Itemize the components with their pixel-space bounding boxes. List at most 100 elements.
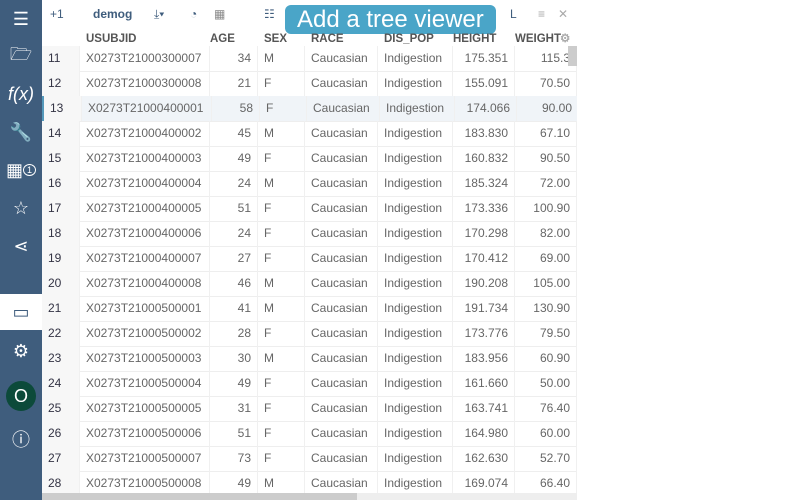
table-cell[interactable]: 22 — [42, 321, 80, 346]
table-cell[interactable]: 72.00 — [515, 171, 577, 196]
table-cell[interactable]: Caucasian — [305, 296, 378, 321]
table-cell[interactable]: 73 — [210, 446, 258, 471]
table-cell[interactable]: 160.832 — [453, 146, 515, 171]
horizontal-scrollbar[interactable] — [42, 493, 577, 500]
table-cell[interactable]: 162.630 — [453, 446, 515, 471]
star-icon[interactable]: ☆ — [0, 190, 42, 226]
table-cell[interactable]: Indigestion — [378, 196, 453, 221]
table-cell[interactable]: Caucasian — [305, 421, 378, 446]
table-row[interactable]: 13 X0273T21000400001 58 F Caucasian Indigesti… — [42, 96, 577, 122]
table-row[interactable]: 21 X0273T21000500001 41 M Caucasian Indigesti… — [42, 296, 577, 322]
table-cell[interactable]: X0273T21000400001 — [82, 96, 212, 121]
table-cell[interactable]: X0273T21000300008 — [80, 71, 210, 96]
table-cell[interactable]: 34 — [210, 46, 258, 71]
table-cell[interactable]: M — [258, 46, 305, 71]
table-cell[interactable]: F — [258, 396, 305, 421]
table-cell[interactable]: Indigestion — [378, 246, 453, 271]
table-cell[interactable]: Indigestion — [378, 421, 453, 446]
table-cell[interactable]: 174.066 — [455, 96, 517, 121]
table-cell[interactable]: 25 — [42, 396, 80, 421]
table-row[interactable]: 22 X0273T21000500002 28 F Caucasian Indigesti… — [42, 321, 577, 347]
table-cell[interactable]: 14 — [42, 121, 80, 146]
table-row[interactable]: 27 X0273T21000500007 73 F Caucasian Indigesti… — [42, 446, 577, 472]
table-row[interactable]: 17 X0273T21000400005 51 F Caucasian Indigesti… — [42, 196, 577, 222]
table-cell[interactable]: 46 — [210, 271, 258, 296]
window-icon[interactable]: ▭ — [0, 294, 42, 330]
table-row[interactable]: 16 X0273T21000400004 24 M Caucasian Indigesti… — [42, 171, 577, 197]
table-cell[interactable]: 105.00 — [515, 271, 577, 296]
table-cell[interactable]: 24 — [42, 371, 80, 396]
table-cell[interactable]: X0273T21000500005 — [80, 396, 210, 421]
table-cell[interactable]: X0273T21000400003 — [80, 146, 210, 171]
table-cell[interactable]: F — [258, 421, 305, 446]
table-cell[interactable]: 49 — [210, 146, 258, 171]
column-selector-icon[interactable]: ☷ — [264, 7, 275, 21]
table-cell[interactable]: Indigestion — [380, 96, 455, 121]
table-cell[interactable]: 170.298 — [453, 221, 515, 246]
table-cell[interactable]: 79.50 — [515, 321, 577, 346]
table-cell[interactable]: 41 — [210, 296, 258, 321]
table-cell[interactable]: Indigestion — [378, 346, 453, 371]
table-cell[interactable]: Caucasian — [305, 196, 378, 221]
menu-icon[interactable]: ☰ — [0, 1, 42, 37]
table-cell[interactable]: 30 — [210, 346, 258, 371]
table-cell[interactable]: 70.50 — [515, 71, 577, 96]
table-cell[interactable]: 21 — [210, 71, 258, 96]
table-cell[interactable]: 12 — [42, 71, 80, 96]
table-cell[interactable]: 23 — [42, 346, 80, 371]
table-cell[interactable]: 67.10 — [515, 121, 577, 146]
table-name[interactable]: demog — [93, 7, 132, 21]
table-cell[interactable]: X0273T21000500004 — [80, 371, 210, 396]
function-icon[interactable]: f(x) — [0, 76, 42, 112]
table-cell[interactable]: F — [258, 371, 305, 396]
table-cell[interactable]: 24 — [210, 221, 258, 246]
table-cell[interactable]: Caucasian — [305, 321, 378, 346]
table-cell[interactable]: 170.412 — [453, 246, 515, 271]
table-cell[interactable]: 76.40 — [515, 396, 577, 421]
table-cell[interactable]: 11 — [42, 46, 80, 71]
table-cell[interactable]: F — [258, 71, 305, 96]
user-avatar[interactable]: O — [0, 378, 42, 414]
table-cell[interactable]: X0273T21000400008 — [80, 271, 210, 296]
table-cell[interactable]: X0273T21000500001 — [80, 296, 210, 321]
table-cell[interactable]: 58 — [212, 96, 260, 121]
table-cell[interactable]: F — [258, 321, 305, 346]
table-cell[interactable]: X0273T21000400005 — [80, 196, 210, 221]
hamburger-icon[interactable]: ≡ — [538, 7, 545, 21]
table-cell[interactable]: 60.00 — [515, 421, 577, 446]
table-row[interactable]: 23 X0273T21000500003 30 M Caucasian Indigesti… — [42, 346, 577, 372]
table-row[interactable]: 20 X0273T21000400008 46 M Caucasian Indigesti… — [42, 271, 577, 297]
table-cell[interactable]: X0273T21000300007 — [80, 46, 210, 71]
table-cell[interactable]: F — [260, 96, 307, 121]
table-cell[interactable]: Caucasian — [305, 171, 378, 196]
table-cell[interactable]: Indigestion — [378, 271, 453, 296]
table-cell[interactable]: Caucasian — [305, 346, 378, 371]
table-cell[interactable]: 16 — [42, 171, 80, 196]
table-cell[interactable]: 51 — [210, 196, 258, 221]
table-cell[interactable]: Indigestion — [378, 296, 453, 321]
table-cell[interactable]: X0273T21000400002 — [80, 121, 210, 146]
vertical-scrollbar[interactable] — [568, 46, 577, 66]
table-row[interactable]: 26 X0273T21000500006 51 F Caucasian Indigesti… — [42, 421, 577, 447]
table-row[interactable]: 19 X0273T21000400007 27 F Caucasian Indigesti… — [42, 246, 577, 272]
table-cell[interactable]: M — [258, 271, 305, 296]
table-cell[interactable]: 185.324 — [453, 171, 515, 196]
table-cell[interactable]: Indigestion — [378, 371, 453, 396]
table-cell[interactable]: 183.956 — [453, 346, 515, 371]
table-cell[interactable]: 52.70 — [515, 446, 577, 471]
table-cell[interactable]: 69.00 — [515, 246, 577, 271]
table-cell[interactable]: F — [258, 196, 305, 221]
table-cell[interactable]: M — [258, 296, 305, 321]
table-cell[interactable]: 19 — [42, 246, 80, 271]
table-cell[interactable]: 90.00 — [517, 96, 577, 121]
table-icon[interactable]: ▦ 1 — [0, 152, 42, 188]
table-row[interactable]: 18 X0273T21000400006 24 F Caucasian Indigesti… — [42, 221, 577, 247]
table-row[interactable]: 14 X0273T21000400002 45 M Caucasian Indigesti… — [42, 121, 577, 147]
table-cell[interactable]: Indigestion — [378, 71, 453, 96]
table-cell[interactable]: Caucasian — [305, 71, 378, 96]
table-cell[interactable]: 164.980 — [453, 421, 515, 446]
table-cell[interactable]: X0273T21000500003 — [80, 346, 210, 371]
table-cell[interactable]: Indigestion — [378, 221, 453, 246]
table-cell[interactable]: F — [258, 246, 305, 271]
table-cell[interactable]: Indigestion — [378, 171, 453, 196]
